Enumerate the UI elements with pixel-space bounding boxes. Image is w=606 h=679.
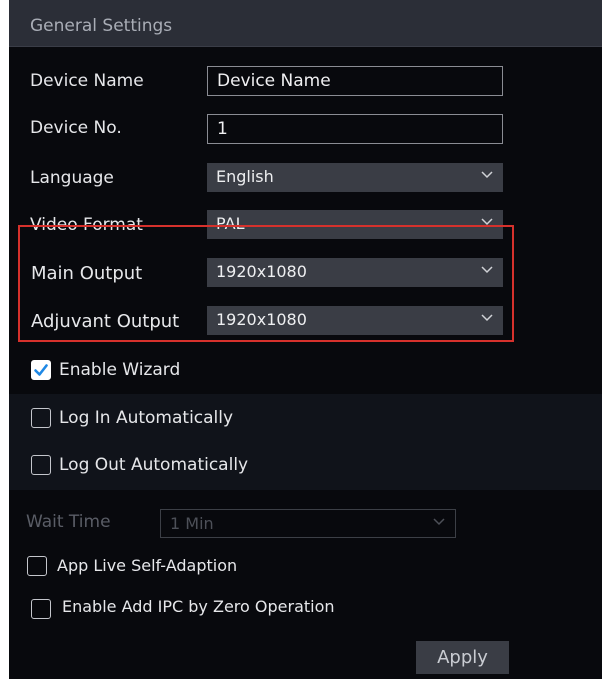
check-icon — [34, 364, 48, 376]
enable-wizard-checkbox[interactable] — [31, 360, 51, 380]
log-in-automatically-checkbox[interactable] — [31, 408, 51, 428]
main-output-select[interactable]: 1920x1080 — [207, 258, 503, 287]
general-settings-panel: General Settings Device Name Device Name… — [9, 0, 602, 679]
device-no-label: Device No. — [30, 118, 122, 138]
apply-button[interactable]: Apply — [416, 641, 509, 674]
main-output-value: 1920x1080 — [216, 262, 307, 281]
enable-add-ipc-checkbox[interactable] — [31, 599, 51, 619]
device-name-input[interactable]: Device Name — [207, 66, 503, 96]
chevron-down-icon — [433, 518, 445, 526]
page-title: General Settings — [30, 16, 173, 36]
log-out-automatically-label[interactable]: Log Out Automatically — [59, 455, 248, 475]
panel-header: General Settings — [9, 0, 602, 47]
chevron-down-icon — [481, 171, 493, 179]
wait-time-select[interactable]: 1 Min — [160, 509, 456, 538]
adjuvant-output-select[interactable]: 1920x1080 — [207, 306, 503, 335]
adjuvant-output-value: 1920x1080 — [216, 310, 307, 329]
enable-add-ipc-label[interactable]: Enable Add IPC by Zero Operation — [62, 597, 335, 616]
language-label: Language — [30, 168, 114, 188]
log-in-automatically-label[interactable]: Log In Automatically — [59, 408, 233, 428]
wait-time-label: Wait Time — [26, 512, 111, 532]
wait-time-value: 1 Min — [170, 514, 214, 533]
language-value: English — [216, 167, 274, 186]
chevron-down-icon — [481, 266, 493, 274]
app-live-self-adaption-checkbox[interactable] — [27, 556, 47, 576]
adjuvant-output-label: Adjuvant Output — [31, 311, 180, 332]
main-output-label: Main Output — [31, 263, 143, 284]
app-live-self-adaption-label[interactable]: App Live Self-Adaption — [57, 556, 237, 575]
device-no-input[interactable]: 1 — [207, 114, 503, 144]
log-out-automatically-checkbox[interactable] — [31, 455, 51, 475]
chevron-down-icon — [481, 314, 493, 322]
language-select[interactable]: English — [207, 163, 503, 192]
device-name-label: Device Name — [30, 71, 144, 91]
enable-wizard-label[interactable]: Enable Wizard — [59, 360, 180, 380]
